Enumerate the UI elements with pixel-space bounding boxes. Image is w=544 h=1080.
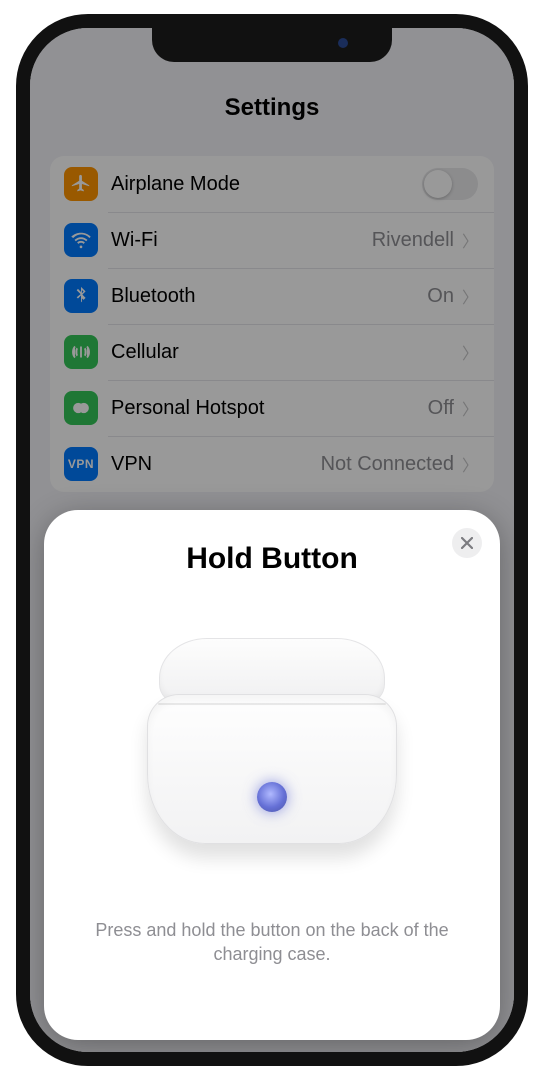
airpods-case-illustration	[66, 638, 478, 838]
sheet-instruction: Press and hold the button on the back of…	[66, 918, 478, 967]
phone-frame: Settings Airplane Mode Wi-Fi Rivendell 〉	[16, 14, 528, 1066]
notch	[152, 26, 392, 62]
case-led-icon	[257, 782, 287, 812]
close-icon	[461, 537, 473, 549]
close-button[interactable]	[452, 528, 482, 558]
case-body	[147, 694, 397, 844]
sheet-title: Hold Button	[66, 542, 478, 576]
pairing-sheet: Hold Button Press and hold the button on…	[44, 510, 500, 1040]
